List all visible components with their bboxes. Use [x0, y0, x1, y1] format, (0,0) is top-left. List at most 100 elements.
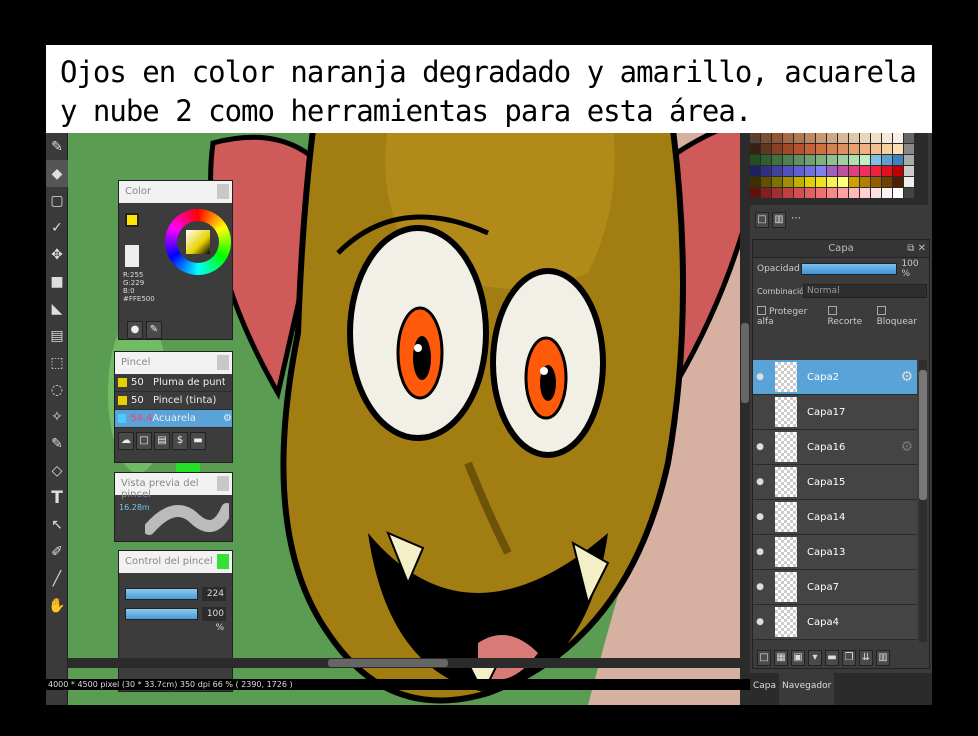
palette-swatch[interactable]	[860, 144, 870, 154]
brush-preview-collapse-button[interactable]	[217, 476, 229, 491]
palette-swatch[interactable]	[838, 188, 848, 198]
layer-row[interactable]: ● Capa16 ⚙	[753, 430, 917, 465]
layer-panel-window-icons[interactable]: ⧉ ✕	[907, 240, 926, 258]
eraser-select-icon[interactable]: ◇	[46, 457, 68, 484]
tab-navigator[interactable]: Navegador	[779, 673, 835, 705]
palette-swatch[interactable]	[772, 177, 782, 187]
palette-swatch[interactable]	[849, 155, 859, 165]
canvas-vertical-scrollbar[interactable]	[740, 133, 750, 705]
tab-layer[interactable]: Capa	[750, 673, 779, 705]
layer-list-scroll-thumb[interactable]	[919, 370, 927, 500]
palette-swatch[interactable]	[904, 166, 914, 176]
move-icon[interactable]: ✥	[46, 241, 68, 268]
layer-row[interactable]: Capa17	[753, 395, 917, 430]
palette-swatch[interactable]	[838, 166, 848, 176]
layer-opacity-slider[interactable]	[801, 263, 898, 275]
palette-swatch[interactable]	[893, 155, 903, 165]
color-panel-collapse-button[interactable]	[217, 184, 229, 199]
palette-swatch[interactable]	[849, 166, 859, 176]
layer-row[interactable]: ● Capa4	[753, 605, 917, 640]
add-layer-menu-icon[interactable]: ▾	[808, 650, 822, 666]
color-history-icon[interactable]: ●	[127, 321, 143, 339]
brush-icon[interactable]: ✓	[46, 214, 68, 241]
palette-swatch[interactable]	[750, 166, 760, 176]
brush-gear-icon[interactable]: ⚙	[223, 413, 232, 424]
color-picker-icon[interactable]: ✎	[146, 321, 162, 339]
brush-opacity-value[interactable]: 100 %	[202, 607, 226, 633]
palette-swatch[interactable]	[783, 155, 793, 165]
add-brush-icon[interactable]: ▤	[154, 432, 170, 450]
palette-swatch[interactable]	[794, 177, 804, 187]
palette-swatch[interactable]	[882, 155, 892, 165]
layer-visibility-icon[interactable]: ●	[753, 512, 767, 522]
layer-blend-select[interactable]: Normal	[803, 284, 927, 298]
brush-folder-icon[interactable]: ▬	[190, 432, 206, 450]
palette-swatch[interactable]	[827, 155, 837, 165]
palette-swatch[interactable]	[849, 177, 859, 187]
protect-alpha-checkbox[interactable]: Proteger alfa	[757, 306, 822, 327]
palette-swatch[interactable]	[750, 155, 760, 165]
palette-swatch[interactable]	[816, 188, 826, 198]
layer-folder-icon[interactable]: ▬	[825, 650, 839, 666]
palette-swatch[interactable]	[761, 166, 771, 176]
palette-swatch[interactable]	[838, 155, 848, 165]
brush-opacity-slider[interactable]	[125, 608, 198, 620]
palette-swatch[interactable]	[805, 155, 815, 165]
layer-row[interactable]: ● Capa2 ⚙	[753, 360, 917, 395]
main-color-swatch[interactable]	[125, 213, 139, 227]
palette-swatch[interactable]	[761, 188, 771, 198]
palette-swatch[interactable]	[904, 133, 914, 143]
new-1bit-layer-icon[interactable]: ▣	[791, 650, 805, 666]
palette-swatch[interactable]	[882, 166, 892, 176]
palette-swatch[interactable]	[794, 133, 804, 143]
palette-more-icon[interactable]: ⋯	[789, 212, 803, 228]
delete-layer-icon[interactable]: ▥	[876, 650, 890, 666]
saturation-square[interactable]	[186, 230, 210, 254]
palette-swatch[interactable]	[838, 133, 848, 143]
palette-swatch[interactable]	[838, 144, 848, 154]
palette-swatch[interactable]	[761, 177, 771, 187]
palette-swatch[interactable]	[772, 144, 782, 154]
palette-swatch[interactable]	[783, 133, 793, 143]
palette-swatch[interactable]	[805, 144, 815, 154]
palette-swatch[interactable]	[805, 133, 815, 143]
merge-layer-icon[interactable]: ⇊	[859, 650, 873, 666]
palette-swatch[interactable]	[750, 188, 760, 198]
palette-swatch[interactable]	[871, 155, 881, 165]
new-layer-icon[interactable]: □	[757, 650, 771, 666]
palette-swatch[interactable]	[750, 133, 760, 143]
palette-swatch[interactable]	[849, 133, 859, 143]
brush-control-collapse-button[interactable]	[217, 554, 229, 569]
palette-swatch[interactable]	[761, 144, 771, 154]
text-icon[interactable]: T	[46, 484, 68, 511]
palette-swatch[interactable]	[827, 188, 837, 198]
palette-swatch[interactable]	[827, 177, 837, 187]
palette-swatch[interactable]	[893, 166, 903, 176]
hand-icon[interactable]: ✋	[46, 592, 68, 619]
canvas-vertical-scroll-thumb[interactable]	[741, 323, 749, 403]
palette-swatch[interactable]	[794, 166, 804, 176]
lasso-rect-icon[interactable]: ⬚	[46, 349, 68, 376]
palette-swatch[interactable]	[783, 177, 793, 187]
palette-swatch[interactable]	[772, 155, 782, 165]
hue-ring[interactable]	[165, 209, 231, 275]
fill-rect-icon[interactable]: ■	[46, 268, 68, 295]
palette-swatch[interactable]	[893, 144, 903, 154]
palette-swatch[interactable]	[794, 144, 804, 154]
palette-swatch[interactable]	[783, 166, 793, 176]
layer-visibility-icon[interactable]: ●	[753, 617, 767, 627]
wand-icon[interactable]: ✧	[46, 403, 68, 430]
brush-item[interactable]: 50 Pluma de punteado	[115, 374, 232, 392]
palette-swatch[interactable]	[816, 155, 826, 165]
lasso-icon[interactable]: ◌	[46, 376, 68, 403]
palette-swatch[interactable]	[772, 133, 782, 143]
canvas-horizontal-scroll-thumb[interactable]	[328, 659, 448, 667]
palette-swatch[interactable]	[904, 155, 914, 165]
select-rect-icon[interactable]: ▢	[46, 187, 68, 214]
brush-panel-collapse-button[interactable]	[217, 355, 229, 370]
palette-swatch[interactable]	[794, 188, 804, 198]
palette-swatch[interactable]	[805, 166, 815, 176]
palette-swatch[interactable]	[849, 144, 859, 154]
layer-row[interactable]: ● Capa7	[753, 570, 917, 605]
palette-swatch[interactable]	[860, 133, 870, 143]
